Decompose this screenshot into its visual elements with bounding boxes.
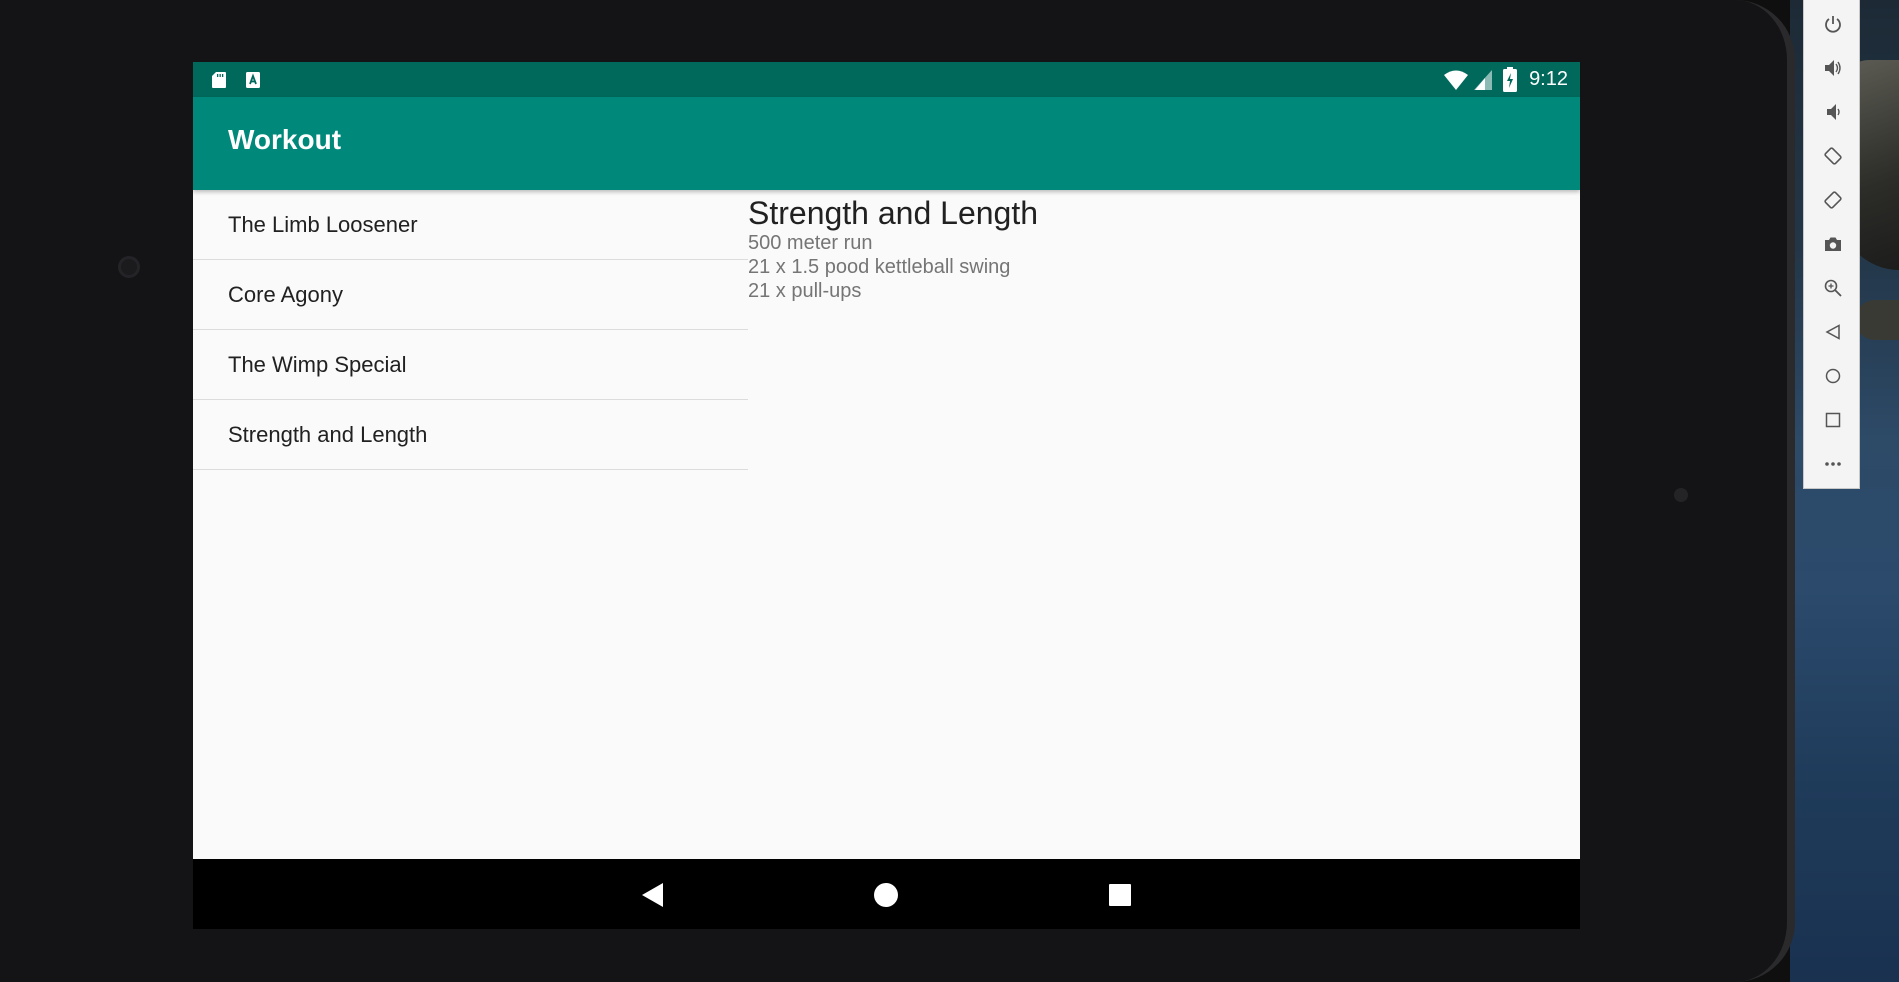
keyboard-a-icon (246, 72, 260, 88)
wifi-icon (1444, 70, 1468, 90)
sd-card-icon (212, 72, 226, 88)
device-screen: 9:12 Workout The Limb Loosener Core Agon… (193, 62, 1580, 929)
wallpaper-rock (1855, 300, 1899, 340)
battery-charging-icon (1503, 67, 1517, 92)
camera-icon[interactable] (1804, 224, 1861, 264)
power-icon[interactable] (1804, 4, 1861, 44)
list-item[interactable]: The Limb Loosener (193, 190, 748, 260)
workout-detail: Strength and Length 500 meter run 21 x 1… (748, 190, 1568, 303)
emulator-toolbar (1803, 0, 1860, 489)
volume-down-icon[interactable] (1804, 92, 1861, 132)
navigation-bar (193, 859, 1580, 929)
cell-signal-icon (1474, 70, 1492, 90)
zoom-icon[interactable] (1804, 268, 1861, 308)
rotate-left-icon[interactable] (1804, 136, 1861, 176)
home-icon[interactable] (1804, 356, 1861, 396)
back-icon[interactable] (1804, 312, 1861, 352)
front-camera (118, 256, 140, 278)
detail-line: 21 x pull-ups (748, 280, 862, 302)
recents-icon[interactable] (1109, 884, 1131, 906)
tablet-frame: 9:12 Workout The Limb Loosener Core Agon… (0, 0, 1795, 982)
rotate-right-icon[interactable] (1804, 180, 1861, 220)
detail-line: 500 meter run (748, 232, 873, 254)
list-item[interactable]: Core Agony (193, 260, 748, 330)
more-icon[interactable] (1804, 444, 1861, 484)
list-item[interactable]: The Wimp Special (193, 330, 748, 400)
status-bar: 9:12 (193, 62, 1580, 97)
list-item[interactable]: Strength and Length (193, 400, 748, 470)
back-icon[interactable] (641, 882, 665, 908)
detail-line: 21 x 1.5 pood kettleball swing (748, 256, 1011, 278)
status-time: 9:12 (1529, 68, 1568, 90)
app-title: Workout (228, 124, 342, 155)
volume-up-icon[interactable] (1804, 48, 1861, 88)
home-icon[interactable] (874, 883, 898, 907)
overview-icon[interactable] (1804, 400, 1861, 440)
detail-title: Strength and Length (748, 195, 1039, 231)
sensor (1674, 488, 1688, 502)
workout-list: The Limb Loosener Core Agony The Wimp Sp… (193, 190, 748, 470)
app-bar: Workout (193, 97, 1580, 190)
